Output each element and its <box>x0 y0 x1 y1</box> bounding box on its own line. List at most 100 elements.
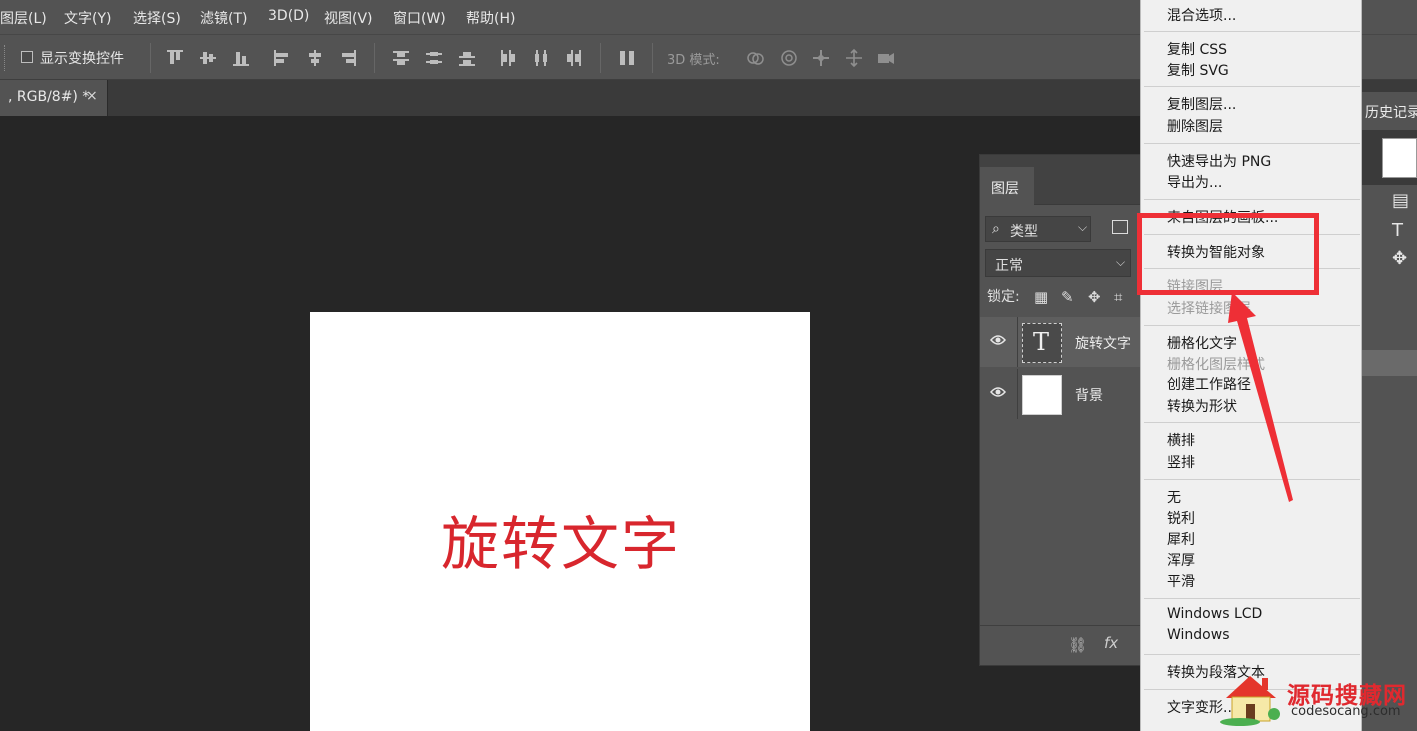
lock-artboard-icon[interactable]: ⌗ <box>1114 288 1122 306</box>
canvas-text-layer[interactable]: 旋转文字 <box>441 497 681 581</box>
show-transform-label[interactable]: 显示变换控件 <box>40 48 124 68</box>
layer-row-divider <box>1017 317 1018 367</box>
menu-item-create-work-path[interactable]: 创建工作路径 <box>1167 374 1251 394</box>
distribute-spacing-icon[interactable] <box>617 48 637 68</box>
show-transform-checkbox[interactable] <box>21 51 33 63</box>
menu-select[interactable]: 选择(S) <box>133 8 181 28</box>
layers-panel-header[interactable] <box>980 155 1150 167</box>
3d-orbit-icon[interactable] <box>745 48 765 68</box>
menu-separator <box>1144 422 1360 423</box>
history-panel: 历史记录 ▤ T ✥ <box>1362 80 1417 731</box>
distribute-bottom-icon[interactable] <box>457 48 477 68</box>
menu-item-copy-css[interactable]: 复制 CSS <box>1167 39 1227 59</box>
menu-item-export-as[interactable]: 导出为... <box>1167 172 1222 192</box>
distribute-right-icon[interactable] <box>564 48 584 68</box>
search-icon: ⌕ <box>992 221 1000 237</box>
menu-item-windows-lcd[interactable]: Windows LCD <box>1167 606 1262 622</box>
menu-separator <box>1144 479 1360 480</box>
menu-item-aa-none[interactable]: 无 <box>1167 487 1181 507</box>
layer-row[interactable]: T 旋转文字 <box>980 317 1150 367</box>
menu-item-copy-svg[interactable]: 复制 SVG <box>1167 60 1229 80</box>
layer-row[interactable]: 背景 <box>980 369 1150 419</box>
menu-item-blending-options[interactable]: 混合选项... <box>1167 5 1236 25</box>
3d-mode-label: 3D 模式: <box>667 53 720 68</box>
tab-history-label: 历史记录 <box>1365 105 1417 121</box>
distribute-vcenter-icon[interactable] <box>424 48 444 68</box>
3d-scale-icon[interactable] <box>876 48 896 68</box>
lock-position-icon[interactable]: ✥ <box>1088 288 1101 306</box>
menu-item-convert-to-shape[interactable]: 转换为形状 <box>1167 396 1237 416</box>
menu-item-aa-strong[interactable]: 浑厚 <box>1167 550 1195 570</box>
layers-panel-tabs: 图层 <box>980 167 1150 205</box>
eye-icon[interactable] <box>990 386 1006 398</box>
options-grip[interactable] <box>4 45 7 71</box>
eye-icon[interactable] <box>990 334 1006 346</box>
document-canvas[interactable]: 旋转文字 <box>310 312 810 731</box>
selected-history-state[interactable] <box>1362 350 1417 376</box>
menu-layer[interactable]: 图层(L) <box>0 8 47 28</box>
document-tab[interactable]: , RGB/8#) * × <box>0 80 108 116</box>
menu-item-duplicate-layer[interactable]: 复制图层... <box>1167 94 1236 114</box>
align-hcenter-icon[interactable] <box>305 48 325 68</box>
menu-item-aa-crisp[interactable]: 犀利 <box>1167 529 1195 549</box>
menu-window[interactable]: 窗口(W) <box>393 8 446 28</box>
menu-view[interactable]: 视图(V) <box>324 8 373 28</box>
menu-item-rasterize-type[interactable]: 栅格化文字 <box>1167 333 1237 353</box>
menu-filter[interactable]: 滤镜(T) <box>200 8 247 28</box>
menu-separator <box>1144 325 1360 326</box>
menu-item-rasterize-layer-style: 栅格化图层样式 <box>1167 357 1265 373</box>
background-layer-thumbnail <box>1022 375 1062 415</box>
layer-name[interactable]: 旋转文字 <box>1075 333 1131 353</box>
text-layer-thumbnail: T <box>1022 323 1062 363</box>
chevron-down-icon: ⌵ <box>1116 255 1126 269</box>
menu-item-aa-sharp[interactable]: 锐利 <box>1167 508 1195 528</box>
align-top-icon[interactable] <box>165 48 185 68</box>
menu-help[interactable]: 帮助(H) <box>466 8 515 28</box>
align-bottom-icon[interactable] <box>231 48 251 68</box>
menu-item-horizontal[interactable]: 横排 <box>1167 430 1195 450</box>
tab-history[interactable]: 历史记录 <box>1362 92 1417 130</box>
menu-item-quick-export-png[interactable]: 快速导出为 PNG <box>1167 151 1271 171</box>
3d-roll-icon[interactable] <box>779 48 799 68</box>
history-panel-body: ▤ T ✥ <box>1362 185 1417 731</box>
link-layers-icon[interactable]: ⛓ <box>1068 636 1087 654</box>
tab-layers[interactable]: 图层 <box>980 167 1034 205</box>
layer-context-menu: 混合选项... 复制 CSS 复制 SVG 复制图层... 删除图层 快速导出为… <box>1140 0 1362 731</box>
blend-mode-dropdown[interactable]: 正常 ⌵ <box>985 249 1131 277</box>
distribute-left-icon[interactable] <box>498 48 518 68</box>
3d-pan-icon[interactable] <box>811 48 831 68</box>
layer-row-divider <box>1017 369 1018 419</box>
close-tab-icon[interactable]: × <box>86 88 98 104</box>
move-tool-icon[interactable]: ✥ <box>1392 248 1407 269</box>
menu-item-windows[interactable]: Windows <box>1167 627 1230 643</box>
3d-slide-icon[interactable] <box>844 48 864 68</box>
layer-name[interactable]: 背景 <box>1075 385 1103 405</box>
menu-separator <box>1144 31 1360 32</box>
type-tool-icon[interactable]: T <box>1392 220 1403 241</box>
menu-separator <box>1144 143 1360 144</box>
align-right-icon[interactable] <box>338 48 358 68</box>
menu-type[interactable]: 文字(Y) <box>64 8 111 28</box>
layer-style-button[interactable]: fx <box>1104 634 1118 652</box>
align-left-icon[interactable] <box>272 48 292 68</box>
options-separator <box>600 43 601 73</box>
distribute-top-icon[interactable] <box>391 48 411 68</box>
menu-item-delete-layer[interactable]: 删除图层 <box>1167 116 1223 136</box>
menu-item-aa-smooth[interactable]: 平滑 <box>1167 571 1195 591</box>
distribute-hcenter-icon[interactable] <box>531 48 551 68</box>
history-snapshot-thumbnail[interactable] <box>1382 138 1417 178</box>
image-filter-icon[interactable] <box>1112 220 1128 234</box>
document-icon[interactable]: ▤ <box>1392 190 1409 211</box>
layer-filter-dropdown[interactable]: ⌕ 类型 ⌵ <box>985 216 1091 242</box>
layers-panel-footer: ⛓ fx <box>980 625 1150 665</box>
lock-paint-icon[interactable]: ✎ <box>1061 288 1074 306</box>
lock-transparent-icon[interactable]: ▦ <box>1034 288 1048 306</box>
options-separator <box>374 43 375 73</box>
text-layer-glyph: T <box>1033 328 1050 356</box>
menu-3d[interactable]: 3D(D) <box>268 8 309 24</box>
options-separator <box>150 43 151 73</box>
menu-item-vertical[interactable]: 竖排 <box>1167 452 1195 472</box>
align-vcenter-icon[interactable] <box>198 48 218 68</box>
menu-item-select-linked-layers: 选择链接图层 <box>1167 301 1251 317</box>
lock-label: 锁定: <box>987 289 1020 305</box>
